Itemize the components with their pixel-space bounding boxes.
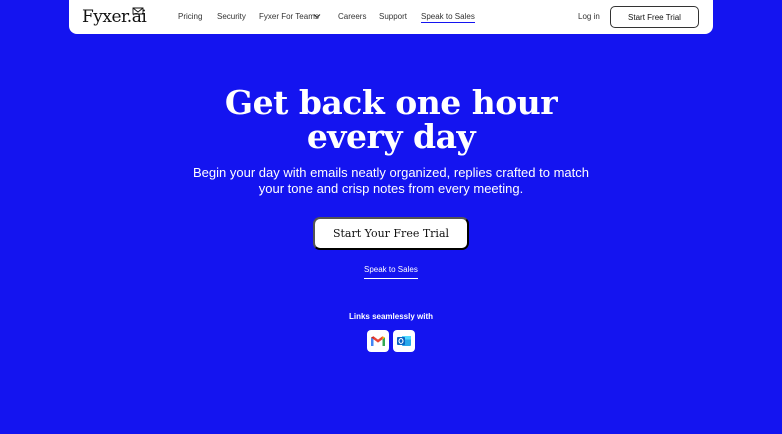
gmail-icon — [371, 336, 385, 346]
outlook-tile — [393, 330, 415, 352]
hero-title-line-2: every day — [306, 117, 476, 156]
start-your-free-trial-button[interactable]: Start Your Free Trial — [313, 217, 469, 250]
hero-subtitle-line-1: Begin your day with emails neatly organi… — [193, 165, 589, 180]
start-free-trial-button[interactable]: Start Free Trial — [610, 6, 699, 28]
hero-title: Get back one hour every day — [0, 86, 782, 154]
envelope-icon — [132, 7, 144, 15]
hero-subtitle: Begin your day with emails neatly organi… — [0, 165, 782, 197]
login-link[interactable]: Log in — [578, 12, 600, 21]
nav-link-support[interactable]: Support — [379, 12, 407, 21]
links-seamlessly-label: Links seamlessly with — [348, 312, 434, 321]
nav-link-pricing[interactable]: Pricing — [178, 12, 202, 21]
nav-link-fyxer-for-teams[interactable]: Fyxer For Teams — [259, 12, 319, 21]
nav-link-security[interactable]: Security — [217, 12, 246, 21]
top-navbar: Fyxer.ai Pricing Security Fyxer For Team… — [69, 0, 713, 34]
nav-link-speak-to-sales[interactable]: Speak to Sales — [421, 12, 475, 23]
hero-subtitle-line-2: your tone and crisp notes from every mee… — [258, 181, 524, 196]
chevron-down-icon[interactable] — [313, 13, 321, 19]
speak-to-sales-link[interactable]: Speak to Sales — [364, 265, 418, 279]
nav-link-careers[interactable]: Careers — [338, 12, 366, 21]
gmail-tile — [367, 330, 389, 352]
outlook-icon — [397, 336, 411, 346]
